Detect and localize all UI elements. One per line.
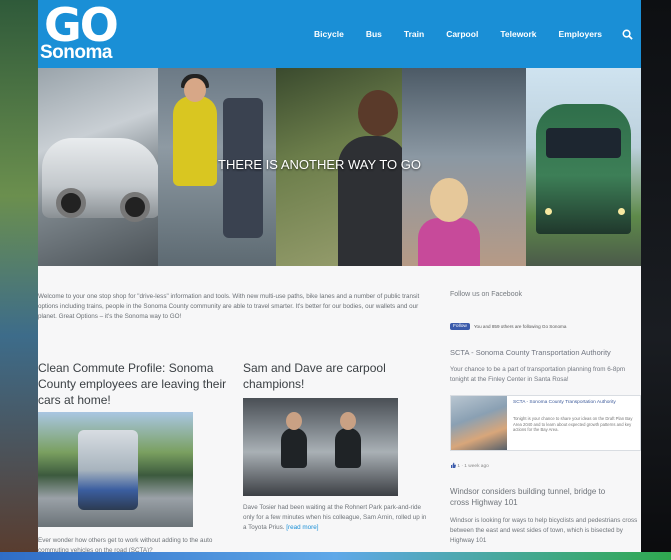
nav-bus[interactable]: Bus bbox=[355, 29, 393, 39]
go-sonoma-logo[interactable]: GO Sonoma bbox=[38, 0, 128, 68]
photo-edge-right bbox=[641, 0, 671, 560]
facebook-card-title: SCTA - Sonoma County Transportation Auth… bbox=[513, 400, 616, 405]
logo-sonoma-text: Sonoma bbox=[40, 42, 112, 63]
bus-stop-image[interactable] bbox=[38, 412, 193, 527]
facebook-follow-button[interactable]: Follow bbox=[450, 323, 470, 330]
photo-edge-bottom bbox=[0, 552, 671, 560]
facebook-post-headline[interactable]: Windsor considers building tunnel, bridg… bbox=[450, 486, 625, 508]
facebook-link-card[interactable]: SCTA - Sonoma County Transportation Auth… bbox=[450, 395, 641, 451]
hero-caption: THERE IS ANOTHER WAY TO GO bbox=[218, 157, 421, 172]
post-excerpt: Ever wonder how others get to work witho… bbox=[38, 537, 213, 552]
passenger-image bbox=[338, 136, 408, 266]
welcome-text: Welcome to your one stop shop for "drive… bbox=[38, 293, 420, 320]
site-header: GO Sonoma Bicycle Bus Train Carpool Tele… bbox=[38, 0, 641, 68]
nav-bicycle[interactable]: Bicycle bbox=[303, 29, 355, 39]
nav-telework[interactable]: Telework bbox=[489, 29, 547, 39]
electric-car-image bbox=[42, 138, 160, 222]
facebook-heading: Follow us on Facebook bbox=[450, 291, 522, 298]
facebook-post-text-2: Windsor is looking for ways to help bicy… bbox=[450, 517, 638, 544]
search-icon[interactable] bbox=[613, 0, 641, 68]
facebook-post-meta: 1 · 1 week ago bbox=[450, 462, 489, 469]
hero-banner: THERE IS ANOTHER WAY TO GO bbox=[38, 68, 641, 266]
facebook-follow-text: You and 859 others are following Go Sono… bbox=[473, 324, 567, 329]
facebook-page-title[interactable]: SCTA - Sonoma County Transportation Auth… bbox=[450, 348, 611, 357]
facebook-follow-row: Follow You and 859 others are following … bbox=[450, 323, 566, 330]
child-image bbox=[418, 218, 480, 266]
cyclist-image bbox=[173, 96, 217, 186]
post-title[interactable]: Clean Commute Profile: Sonoma County emp… bbox=[38, 360, 228, 408]
photo-edge-left bbox=[0, 0, 38, 560]
post-carpool-champions: Sam and Dave are carpool champions! Dave… bbox=[243, 360, 433, 531]
nav-carpool[interactable]: Carpool bbox=[435, 29, 489, 39]
nav-employers[interactable]: Employers bbox=[548, 29, 613, 39]
post-clean-commute: Clean Commute Profile: Sonoma County emp… bbox=[38, 360, 228, 552]
carpool-image[interactable] bbox=[243, 398, 398, 496]
facebook-post-text: Your chance to be a part of transportati… bbox=[450, 366, 626, 383]
post-title[interactable]: Sam and Dave are carpool champions! bbox=[243, 360, 433, 392]
post-excerpt: Dave Tosier had been waiting at the Rohn… bbox=[243, 504, 427, 531]
facebook-card-image bbox=[451, 396, 507, 450]
nav-train[interactable]: Train bbox=[393, 29, 435, 39]
bus-image bbox=[78, 430, 138, 510]
facebook-card-text: Tonight is your chance to share your ide… bbox=[513, 416, 633, 433]
read-more-link[interactable]: [read more] bbox=[286, 524, 318, 531]
web-page: GO Sonoma Bicycle Bus Train Carpool Tele… bbox=[38, 0, 641, 552]
like-icon bbox=[451, 462, 456, 468]
main-nav: Bicycle Bus Train Carpool Telework Emplo… bbox=[303, 0, 641, 68]
